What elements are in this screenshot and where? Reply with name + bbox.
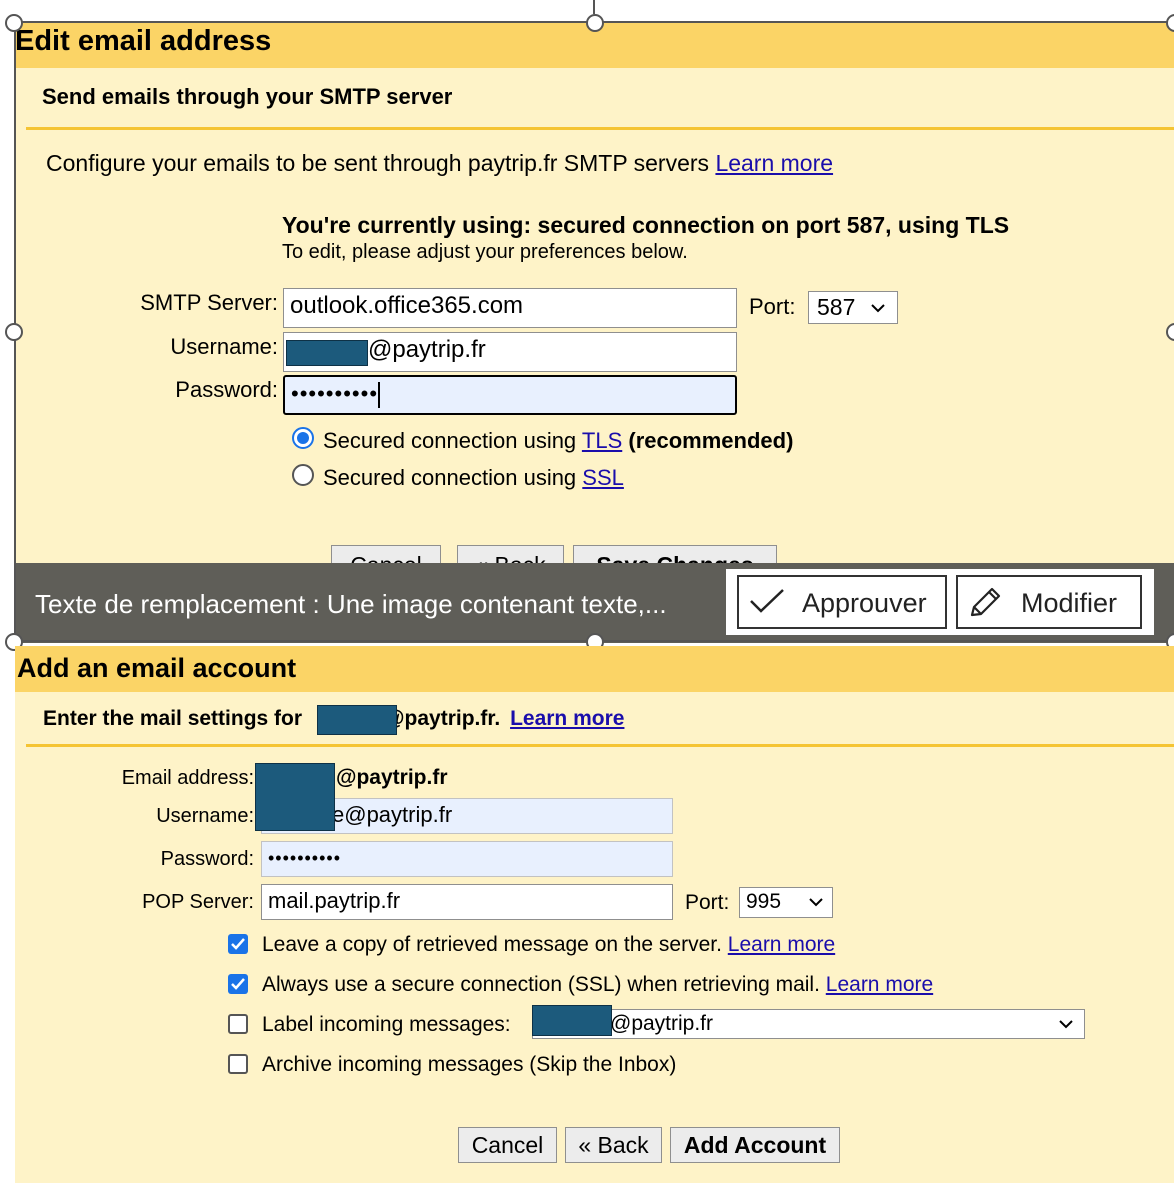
resize-handle-left[interactable] [5, 323, 23, 341]
add-email-panel: Add an email account Enter the mail sett… [15, 646, 1174, 1183]
resize-handle-top[interactable] [586, 14, 604, 32]
label-select-value: @paytrip.fr [610, 1012, 714, 1035]
leave-copy-option: Leave a copy of retrieved message on the… [262, 933, 835, 957]
archive-incoming-label: Archive incoming messages (Skip the Inbo… [262, 1053, 677, 1076]
add-account-button[interactable]: Add Account [670, 1127, 840, 1163]
email-address-label: Email address: [121, 767, 254, 789]
port-value: 995 [746, 890, 782, 913]
email-address-value: @paytrip.fr [336, 766, 448, 789]
pop-server-input[interactable]: mail.paytrip.fr [261, 884, 673, 920]
resize-handle-top-left[interactable] [5, 14, 23, 32]
learn-more-link[interactable]: Learn more [728, 933, 835, 956]
chevron-down-icon [808, 892, 824, 916]
label-select[interactable]: @paytrip.fr [532, 1009, 1085, 1039]
port-label: Port: [685, 891, 730, 914]
cancel-button[interactable]: Cancel [458, 1127, 557, 1163]
learn-more-link[interactable]: Learn more [510, 707, 624, 730]
checkmark-icon [231, 978, 245, 990]
secure-ssl-option: Always use a secure connection (SSL) whe… [262, 973, 933, 997]
divider [26, 744, 1174, 747]
port-select[interactable]: 995 [739, 887, 833, 918]
subtitle-prefix: Enter the mail settings for [43, 707, 303, 730]
redacted-account-name [317, 705, 397, 735]
pop-server-label: POP Server: [142, 891, 254, 913]
checkmark-icon [231, 938, 245, 950]
username-label: Username: [156, 805, 254, 827]
chevron-down-icon [1058, 1014, 1074, 1038]
learn-more-link[interactable]: Learn more [826, 973, 933, 996]
section-title: Add an email account [17, 653, 297, 683]
secure-ssl-label: Always use a secure connection (SSL) whe… [262, 973, 820, 996]
label-incoming-label: Label incoming messages: [262, 1013, 511, 1036]
rotation-handle-stem [593, 0, 595, 14]
secure-ssl-checkbox[interactable] [228, 974, 248, 994]
redacted-email-username [255, 763, 335, 831]
leave-copy-checkbox[interactable] [228, 934, 248, 954]
archive-incoming-checkbox[interactable] [228, 1054, 248, 1074]
image-selection-frame [14, 21, 1174, 642]
back-button[interactable]: « Back [565, 1127, 662, 1163]
redacted-label-name [532, 1005, 612, 1036]
label-incoming-checkbox[interactable] [228, 1014, 248, 1034]
password-label: Password: [160, 848, 254, 870]
subtitle-suffix: @paytrip.fr. [384, 707, 501, 730]
password-input[interactable]: •••••••••• [261, 841, 673, 877]
leave-copy-label: Leave a copy of retrieved message on the… [262, 933, 722, 956]
